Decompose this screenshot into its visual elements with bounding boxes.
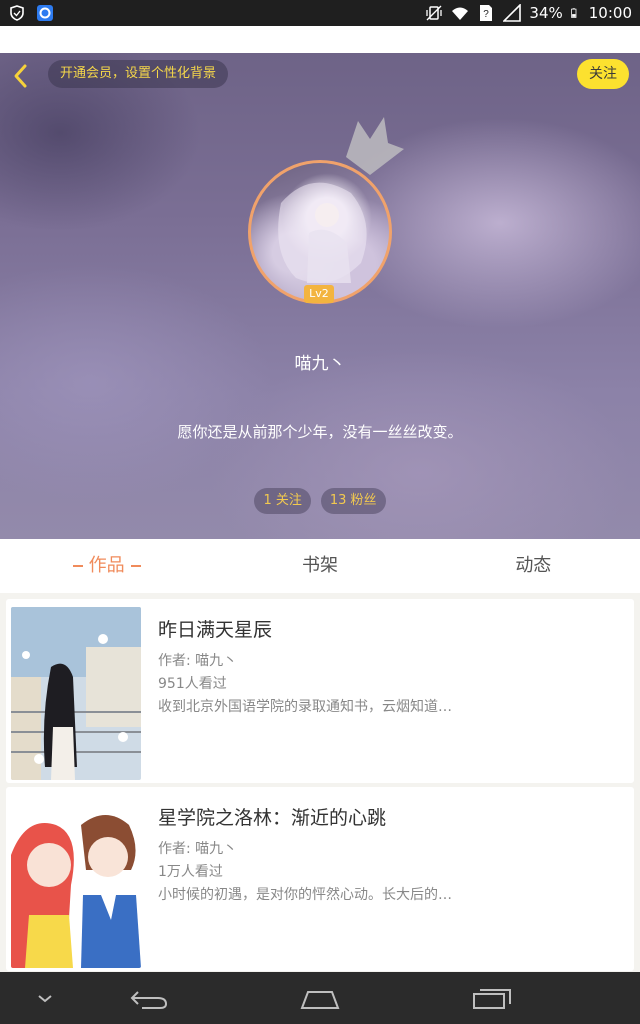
tab-activity-label: 动态: [515, 555, 552, 576]
back-icon[interactable]: [128, 982, 170, 1014]
tab-bookshelf[interactable]: 书架: [213, 539, 426, 593]
wifi-icon: [452, 7, 469, 20]
tab-dash-right: [130, 565, 141, 567]
browser-icon: [37, 5, 53, 21]
stats-row: 1 关注 13 粉丝: [0, 488, 640, 514]
user-bio: 愿你还是从前那个少年，没有一丝丝改变。: [177, 423, 463, 441]
status-bar: ? 34% 10:00: [0, 0, 640, 26]
clock: 10:00: [588, 4, 632, 22]
book-cover: [11, 795, 141, 968]
fans-count[interactable]: 13 粉丝: [320, 488, 386, 514]
vip-background-banner[interactable]: 开通会员，设置个性化背景: [48, 60, 229, 88]
recents-icon[interactable]: [470, 982, 514, 1014]
book-views: 951人看过: [158, 676, 227, 692]
book-summary: 收到北京外国语学院的录取通知书，云烟知道…: [158, 699, 452, 715]
profile-tabs: 作品 书架 动态: [0, 539, 640, 593]
avatar-illustration: [278, 182, 367, 283]
tab-bookshelf-label: 书架: [301, 555, 338, 576]
follow-button[interactable]: 关注: [577, 59, 629, 89]
book-summary: 小时候的初遇，是对你的怦然心动。长大后的…: [158, 887, 452, 903]
back-arrow-icon[interactable]: [8, 61, 34, 91]
shield-icon: [10, 5, 24, 21]
book-cover: [11, 607, 141, 780]
username: 喵九丶: [294, 354, 346, 374]
collapse-icon[interactable]: [32, 982, 58, 1014]
profile-header: 开通会员，设置个性化背景 关注 Lv2 喵九丶 愿你还是从前那个少年，没有一丝丝…: [0, 53, 640, 539]
svg-text:?: ?: [484, 9, 490, 20]
sim-question-icon: ?: [480, 5, 493, 21]
battery-icon: [570, 8, 577, 18]
cover-illustration-2: [11, 795, 141, 968]
list-item[interactable]: 星学院之洛林：渐近的心跳 作者: 喵九丶 1万人看过 小时候的初遇，是对你的怦然…: [6, 787, 634, 971]
home-icon[interactable]: [298, 982, 342, 1014]
vibrate-icon: [426, 5, 443, 21]
book-title[interactable]: 星学院之洛林：渐近的心跳: [158, 803, 624, 830]
level-badge: Lv2: [304, 285, 334, 303]
book-author: 作者: 喵九丶: [158, 841, 238, 857]
book-author: 作者: 喵九丶: [158, 653, 238, 669]
signal-icon: [503, 4, 522, 22]
top-strip: [0, 26, 640, 53]
book-title[interactable]: 昨日满天星辰: [158, 615, 624, 642]
tab-dash-left: [72, 565, 83, 567]
tab-works[interactable]: 作品: [0, 539, 213, 593]
cover-illustration-1: [11, 607, 141, 780]
book-views: 1万人看过: [158, 864, 223, 880]
tab-activity[interactable]: 动态: [427, 539, 640, 593]
list-item[interactable]: 昨日满天星辰 作者: 喵九丶 951人看过 收到北京外国语学院的录取通知书，云烟…: [6, 599, 634, 783]
book-info: 星学院之洛林：渐近的心跳 作者: 喵九丶 1万人看过 小时候的初遇，是对你的怦然…: [158, 803, 624, 907]
battery-level: 34%: [529, 4, 563, 22]
navigation-bar: [0, 972, 640, 1024]
avatar-image: [248, 160, 392, 304]
following-count[interactable]: 1 关注: [254, 488, 311, 514]
tab-works-label: 作品: [88, 555, 125, 576]
book-info: 昨日满天星辰 作者: 喵九丶 951人看过 收到北京外国语学院的录取通知书，云烟…: [158, 615, 624, 719]
avatar[interactable]: [248, 160, 392, 304]
